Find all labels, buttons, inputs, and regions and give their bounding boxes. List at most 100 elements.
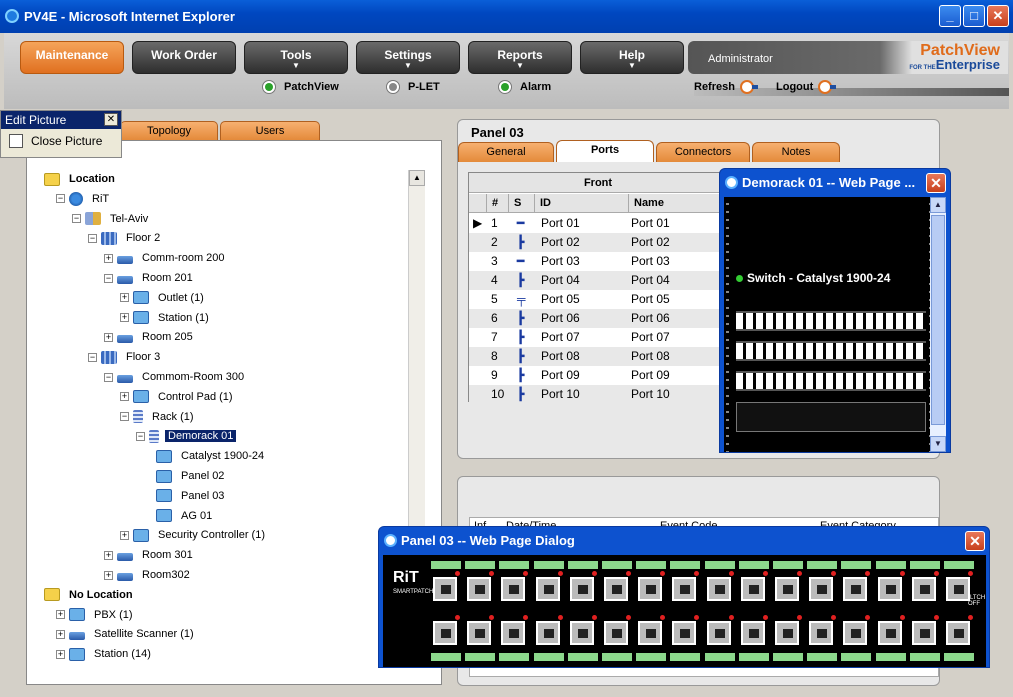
collapse-icon[interactable]: − (56, 194, 65, 204)
table-row[interactable]: 4 ┣ Port 04 Port 04 (469, 271, 727, 290)
table-row[interactable]: 7 ┣ Port 07 Port 07 (469, 328, 727, 347)
col-name[interactable]: Name (629, 194, 727, 213)
port-jack[interactable] (604, 577, 628, 601)
port-jack[interactable] (809, 621, 834, 645)
tree-node[interactable]: + Security Controller (1) (120, 526, 268, 544)
maximize-button[interactable]: □ (963, 5, 985, 27)
nav-help-button[interactable]: Help ▼ (580, 41, 684, 74)
tree-node[interactable]: + Station (14) (56, 645, 154, 663)
port-jack[interactable] (706, 577, 731, 601)
col-number[interactable]: # (487, 194, 509, 213)
port-jack[interactable] (877, 577, 902, 601)
tree-node[interactable]: + Comm-room 200 (104, 249, 228, 267)
collapse-icon[interactable]: − (104, 273, 113, 283)
port-jack[interactable] (638, 577, 663, 601)
port-jack[interactable] (877, 621, 902, 645)
expand-icon[interactable]: + (120, 293, 129, 303)
port-jack[interactable] (706, 621, 731, 645)
port-jack[interactable] (672, 577, 697, 601)
tree-node[interactable]: + Room302 (104, 566, 193, 584)
scroll-up-icon[interactable]: ▲ (409, 170, 425, 186)
scroll-up-icon[interactable]: ▲ (930, 197, 946, 213)
port-jack[interactable] (775, 577, 799, 601)
collapse-icon[interactable]: − (120, 412, 129, 422)
table-row[interactable]: 9 ┣ Port 09 Port 09 (469, 366, 727, 385)
port-jack[interactable] (433, 621, 457, 645)
expand-icon[interactable]: + (104, 550, 113, 560)
tab-connectors[interactable]: Connectors (656, 142, 750, 162)
nav-work-order-button[interactable]: Work Order (132, 41, 236, 74)
dialog-scrollbar[interactable]: ▲ ▼ (930, 197, 946, 452)
tab-notes[interactable]: Notes (752, 142, 840, 162)
tree-node[interactable]: − Floor 2 (88, 229, 163, 247)
expand-icon[interactable]: + (120, 392, 129, 402)
tree-node[interactable]: − Tel-Aviv (72, 210, 151, 228)
tree-node[interactable]: + Station (1) (120, 309, 212, 327)
tab-topology[interactable]: Topology (120, 121, 218, 140)
tab-users[interactable]: Users (220, 121, 320, 140)
tree-node[interactable]: Panel 03 (156, 487, 227, 505)
port-jack[interactable] (569, 621, 594, 645)
table-row[interactable]: 5 ╤ Port 05 Port 05 (469, 290, 727, 309)
dialog-close-button[interactable]: ✕ (926, 173, 946, 193)
logout-link[interactable]: Logout (776, 80, 837, 94)
tree-node[interactable]: − RiT (56, 190, 112, 208)
expand-icon[interactable]: + (104, 332, 113, 342)
port-jack[interactable] (535, 621, 560, 645)
port-jack[interactable] (638, 621, 663, 645)
table-row[interactable]: 10 ┣ Port 10 Port 10 (469, 385, 727, 404)
mode-plet[interactable]: P-LET (386, 80, 440, 94)
close-picture-item[interactable]: Close Picture (1, 129, 121, 148)
close-button[interactable]: ✕ (987, 5, 1009, 27)
tree-node[interactable]: No Location (44, 586, 136, 604)
table-row[interactable]: 6 ┣ Port 06 Port 06 (469, 309, 727, 328)
port-jack[interactable] (467, 621, 492, 645)
col-id[interactable]: ID (535, 194, 629, 213)
nav-reports-button[interactable]: Reports ▼ (468, 41, 572, 74)
port-jack[interactable] (740, 621, 765, 645)
tree-node[interactable]: + Room 301 (104, 546, 196, 564)
port-jack[interactable] (843, 577, 868, 601)
port-jack[interactable] (672, 621, 697, 645)
tree-node[interactable]: + Room 205 (104, 328, 196, 346)
mode-patchview[interactable]: PatchView (262, 80, 339, 94)
dialog-close-button[interactable]: ✕ (965, 531, 985, 551)
port-jack[interactable] (946, 621, 970, 645)
tree-node[interactable]: + Control Pad (1) (120, 388, 236, 406)
collapse-icon[interactable]: − (136, 431, 145, 441)
expand-icon[interactable]: + (104, 253, 113, 263)
tree-node[interactable]: + Outlet (1) (120, 289, 207, 307)
col-status[interactable]: S (509, 194, 535, 213)
popup-close-button[interactable]: ✕ (104, 113, 118, 126)
port-jack[interactable] (911, 577, 936, 601)
port-jack[interactable] (501, 577, 526, 601)
switch-ports[interactable] (736, 311, 926, 331)
port-jack[interactable] (740, 577, 765, 601)
port-jack[interactable] (569, 577, 594, 601)
port-jack[interactable] (501, 621, 526, 645)
tree-node[interactable]: + Satellite Scanner (1) (56, 625, 197, 643)
collapse-icon[interactable]: − (72, 214, 81, 224)
port-jack[interactable] (946, 577, 970, 601)
table-row[interactable]: ▶ 1 ━ Port 01 Port 01 (469, 214, 727, 233)
table-row[interactable]: 3 ━ Port 03 Port 03 (469, 252, 727, 271)
tab-ports[interactable]: Ports (556, 140, 654, 162)
expand-icon[interactable]: + (56, 610, 65, 620)
minimize-button[interactable]: _ (939, 5, 961, 27)
port-jack[interactable] (467, 577, 492, 601)
tree-node[interactable]: − Floor 3 (88, 348, 163, 366)
scroll-down-icon[interactable]: ▼ (930, 436, 946, 452)
tree-node[interactable]: Panel 02 (156, 467, 227, 485)
collapse-icon[interactable]: − (88, 352, 97, 362)
tree-node[interactable]: Location (44, 170, 118, 188)
nav-tools-button[interactable]: Tools ▼ (244, 41, 348, 74)
tree-node[interactable]: + PBX (1) (56, 606, 136, 624)
expand-icon[interactable]: + (120, 530, 129, 540)
patch-panel-ports[interactable] (736, 371, 926, 391)
expand-icon[interactable]: + (56, 629, 65, 639)
mode-alarm[interactable]: Alarm (498, 80, 551, 94)
collapse-icon[interactable]: − (88, 233, 97, 243)
tree-node[interactable]: − Demorack 01 (136, 427, 237, 445)
tree-node[interactable]: − Commom-Room 300 (104, 368, 247, 386)
expand-icon[interactable]: + (120, 313, 129, 323)
